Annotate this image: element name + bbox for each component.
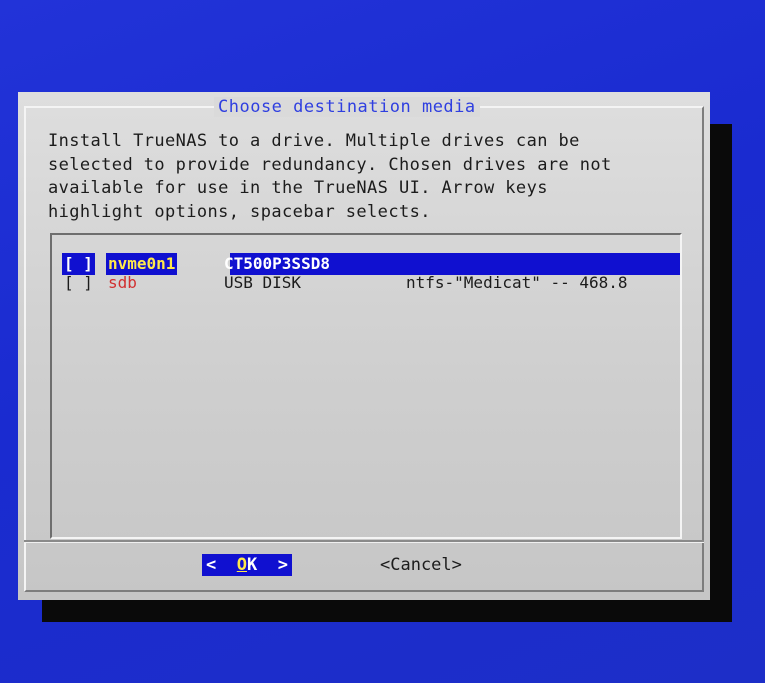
drive-checkbox[interactable]: [ ] [64, 272, 93, 294]
description-line: Install TrueNAS to a drive. Multiple dri… [48, 131, 580, 151]
ok-hotkey: O [236, 555, 247, 575]
ok-bracket-right: > [277, 555, 288, 575]
dialog-title: Choose destination media [214, 97, 480, 117]
button-separator [24, 540, 704, 543]
description-line: available for use in the TrueNAS UI. Arr… [48, 178, 548, 198]
cancel-button[interactable]: <Cancel> [380, 554, 462, 576]
drive-model: USB DISK [224, 273, 302, 292]
drive-row-sdb[interactable]: [ ] sdb USB DISK ntfs-"Medicat" -- 468.8 [60, 272, 680, 294]
drive-list[interactable]: [ ] nvme0n1 CT500P3SSD8 [ ] sdb USB DISK… [50, 233, 682, 539]
ok-label-rest: K [247, 555, 258, 575]
description-line: selected to provide redundancy. Chosen d… [48, 154, 612, 175]
description-line: highlight options, spacebar selects. [48, 201, 431, 222]
ok-bracket-left: < [206, 555, 217, 575]
console-background: { "dialog": { "title": "Choose destinati… [0, 0, 765, 683]
choose-destination-dialog: Install TrueNAS to a drive. Multiple dri… [18, 92, 710, 600]
dialog-description: Install TrueNAS to a drive. Multiple dri… [48, 130, 688, 224]
drive-name: sdb [108, 273, 137, 292]
drive-detail: ntfs-"Medicat" -- 468.8 [406, 273, 628, 292]
dialog-frame: Install TrueNAS to a drive. Multiple dri… [24, 106, 704, 592]
ok-button[interactable]: < OK > [202, 554, 292, 576]
